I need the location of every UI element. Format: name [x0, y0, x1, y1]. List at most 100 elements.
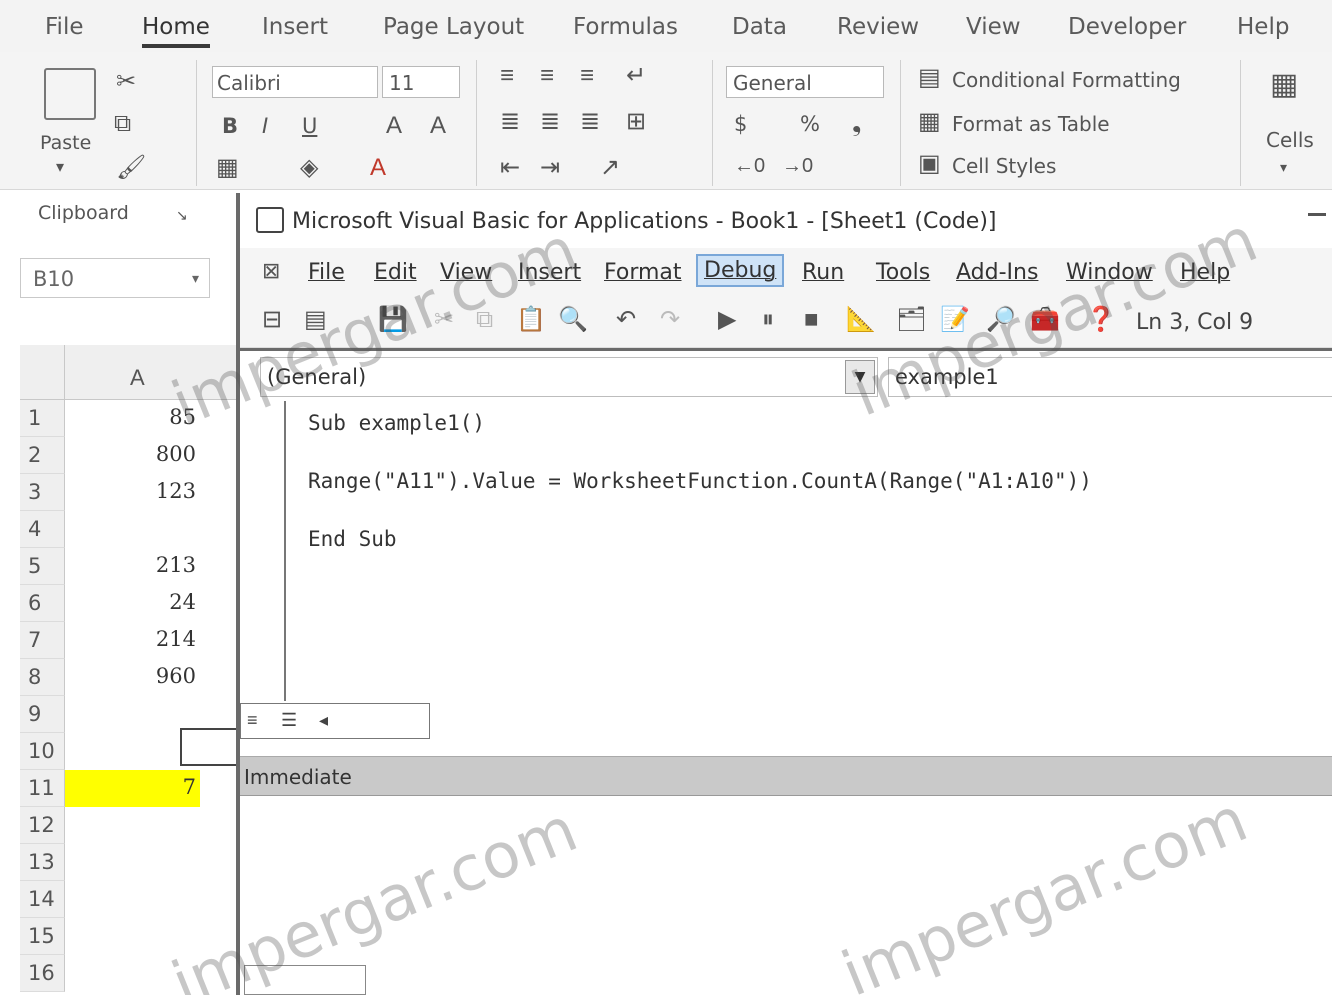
- menu-window[interactable]: Window: [1066, 260, 1153, 285]
- chevron-down-icon[interactable]: ▾: [192, 271, 199, 287]
- italic-button[interactable]: I: [262, 114, 268, 138]
- chevron-down-icon[interactable]: ▼: [845, 360, 875, 394]
- cell-a1[interactable]: 85: [65, 400, 200, 437]
- toolbox-icon[interactable]: 🧰: [1030, 308, 1060, 332]
- menu-debug[interactable]: Debug: [695, 254, 785, 287]
- row-header[interactable]: 11: [20, 770, 65, 807]
- increase-indent-icon[interactable]: ⇥: [540, 156, 560, 180]
- immediate-window[interactable]: Immediate: [240, 756, 1332, 995]
- tab-review[interactable]: Review: [837, 14, 919, 40]
- cell-a3[interactable]: 123: [65, 474, 200, 511]
- find-icon[interactable]: 🔍: [558, 308, 588, 332]
- object-combo[interactable]: (General) ▼: [260, 357, 878, 397]
- cell-a2[interactable]: 800: [65, 437, 200, 474]
- row-header[interactable]: 13: [20, 844, 65, 881]
- decrease-decimal-icon[interactable]: →0: [782, 156, 813, 176]
- design-mode-icon[interactable]: 📐: [846, 308, 876, 332]
- excel-view-icon[interactable]: ⊠: [262, 260, 280, 282]
- wrap-text-icon[interactable]: ↵: [626, 64, 646, 88]
- row-header[interactable]: 7: [20, 622, 65, 659]
- tab-formulas[interactable]: Formulas: [573, 14, 678, 40]
- row-header[interactable]: 9: [20, 696, 65, 733]
- cell-a6[interactable]: 24: [65, 585, 200, 622]
- font-name-select[interactable]: Calibri: [212, 66, 378, 98]
- format-painter-icon[interactable]: 🖌: [116, 156, 146, 180]
- menu-edit[interactable]: Edit: [374, 260, 417, 285]
- conditional-formatting-icon[interactable]: ▤: [918, 66, 941, 90]
- cell-a5[interactable]: 213: [65, 548, 200, 585]
- row-header[interactable]: 8: [20, 659, 65, 696]
- redo-icon[interactable]: ↷: [660, 308, 680, 332]
- comma-style-icon[interactable]: ❟: [852, 112, 861, 136]
- borders-icon[interactable]: ▦: [216, 156, 239, 180]
- orientation-icon[interactable]: ↗: [600, 156, 620, 180]
- paste-dropdown-icon[interactable]: ▾: [56, 160, 64, 176]
- format-as-table-button[interactable]: Format as Table: [952, 112, 1110, 136]
- cut-icon[interactable]: ✂: [434, 308, 454, 332]
- procedure-view-icon[interactable]: ≡: [247, 710, 258, 731]
- row-header[interactable]: 2: [20, 437, 65, 474]
- insert-userform-icon[interactable]: ▤: [304, 308, 327, 332]
- align-center-icon[interactable]: ≣: [540, 110, 560, 134]
- cell-a7[interactable]: 214: [65, 622, 200, 659]
- tab-insert[interactable]: Insert: [262, 14, 328, 40]
- reset-icon[interactable]: ■: [804, 308, 819, 332]
- paste-icon[interactable]: 📋: [516, 308, 546, 332]
- copy-icon[interactable]: ⧉: [114, 112, 131, 136]
- shrink-font-icon[interactable]: A: [430, 114, 446, 138]
- tab-home[interactable]: Home: [142, 14, 210, 48]
- row-header[interactable]: 12: [20, 807, 65, 844]
- cell-a13[interactable]: [65, 844, 200, 881]
- number-format-select[interactable]: General: [726, 66, 884, 98]
- select-all-corner[interactable]: [20, 345, 65, 400]
- paste-icon[interactable]: [44, 68, 96, 120]
- code-margin-indicator-bar[interactable]: [260, 401, 286, 701]
- grow-font-icon[interactable]: A: [386, 114, 402, 138]
- menu-help[interactable]: Help: [1180, 260, 1230, 285]
- dialog-launcher-icon[interactable]: ↘: [176, 208, 188, 222]
- align-top-icon[interactable]: ≡: [500, 64, 514, 88]
- menu-format[interactable]: Format: [604, 260, 682, 285]
- row-header[interactable]: 10: [20, 733, 65, 770]
- tab-data[interactable]: Data: [732, 14, 787, 40]
- scroll-left-icon[interactable]: ◂: [319, 710, 328, 731]
- help-icon[interactable]: ❓: [1086, 308, 1116, 332]
- menu-tools[interactable]: Tools: [876, 260, 930, 285]
- row-header[interactable]: 1: [20, 400, 65, 437]
- full-module-view-icon[interactable]: ☰: [281, 710, 297, 731]
- tab-developer[interactable]: Developer: [1068, 14, 1186, 40]
- font-color-icon[interactable]: A: [370, 156, 386, 180]
- cell-a12[interactable]: [65, 807, 200, 844]
- align-right-icon[interactable]: ≣: [580, 110, 600, 134]
- column-header-a[interactable]: A: [130, 365, 145, 391]
- minimize-icon[interactable]: [1308, 213, 1326, 216]
- font-size-select[interactable]: 11: [382, 66, 460, 98]
- name-box[interactable]: B10 ▾: [20, 258, 210, 298]
- view-excel-icon[interactable]: ⊟: [262, 308, 282, 332]
- row-header[interactable]: 16: [20, 955, 65, 992]
- code-line[interactable]: End Sub: [308, 527, 397, 551]
- row-header[interactable]: 15: [20, 918, 65, 955]
- tab-page-layout[interactable]: Page Layout: [383, 14, 524, 40]
- cell-a4[interactable]: [65, 511, 200, 548]
- cell-styles-icon[interactable]: ▣: [918, 152, 941, 176]
- menu-insert[interactable]: Insert: [518, 260, 581, 285]
- horizontal-scrollbar[interactable]: [244, 965, 366, 995]
- cell-a15[interactable]: [65, 918, 200, 955]
- paste-label[interactable]: Paste: [40, 132, 91, 154]
- save-icon[interactable]: 💾: [378, 308, 408, 332]
- accounting-format-button[interactable]: $: [734, 112, 747, 136]
- project-explorer-icon[interactable]: 🗂: [896, 308, 926, 332]
- conditional-formatting-button[interactable]: Conditional Formatting: [952, 68, 1181, 92]
- format-as-table-icon[interactable]: ▦: [918, 110, 941, 134]
- break-icon[interactable]: ⏸: [762, 308, 774, 332]
- cut-icon[interactable]: ✂: [116, 70, 136, 94]
- menu-add-ins[interactable]: Add-Ins: [956, 260, 1038, 285]
- row-header[interactable]: 4: [20, 511, 65, 548]
- cell-a16[interactable]: [65, 955, 200, 992]
- tab-help[interactable]: Help: [1237, 14, 1289, 40]
- cell-a8[interactable]: 960: [65, 659, 200, 696]
- align-bottom-icon[interactable]: ≡: [580, 64, 594, 88]
- undo-icon[interactable]: ↶: [616, 308, 636, 332]
- cells-button[interactable]: Cells: [1266, 128, 1314, 152]
